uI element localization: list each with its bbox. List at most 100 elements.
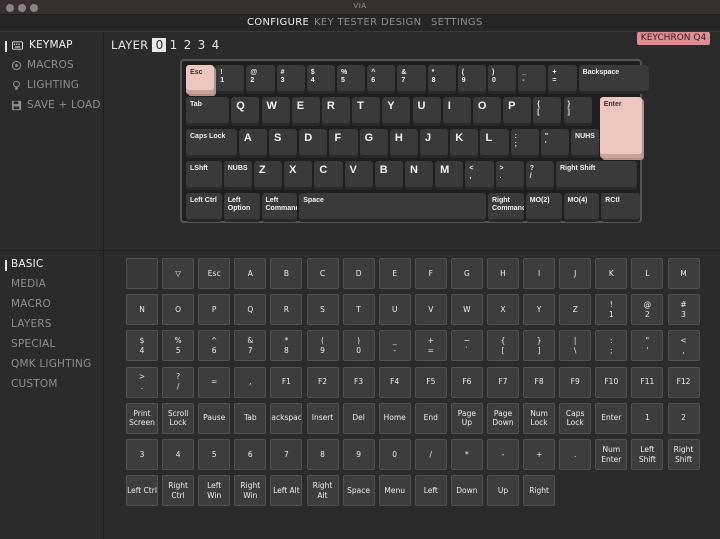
keyboard-key[interactable]: D [299, 128, 328, 158]
keyboard-key[interactable]: Backspace [578, 65, 650, 94]
keycode-button[interactable]: K [595, 258, 628, 289]
keycode-button[interactable]: F [414, 258, 447, 289]
keyboard-key[interactable]: H [389, 128, 419, 158]
keycode-button[interactable]: Enter [595, 402, 628, 434]
keycode-button[interactable]: * 8 [270, 330, 303, 362]
keycode-button[interactable]: * [450, 439, 483, 470]
keycode-button[interactable]: U [378, 294, 411, 326]
keycode-button[interactable]: ~ ` [450, 330, 483, 362]
keycode-button[interactable]: Left Win [198, 475, 231, 507]
keycode-button[interactable]: F1 [270, 366, 303, 398]
keyboard-key[interactable]: A [238, 128, 268, 158]
keycode-button[interactable]: Backspace [270, 402, 303, 434]
keycode-button[interactable]: Left [414, 475, 447, 507]
keycode-button[interactable]: < , [667, 330, 700, 362]
menu-design[interactable]: DESIGN [381, 17, 421, 28]
keyboard-key[interactable]: MO(2) [525, 192, 562, 222]
keyboard-key[interactable]: : ; [510, 128, 539, 158]
sidebar-item-keymap[interactable]: KEYMAP [11, 39, 73, 51]
keyboard-key[interactable]: G [359, 128, 388, 158]
keyboard-key[interactable]: Right Command [488, 192, 524, 222]
keycode-button[interactable]: Page Down [487, 402, 519, 434]
keyboard-key[interactable]: ( 9 [457, 65, 486, 94]
keycode-button[interactable]: F9 [559, 366, 592, 398]
keyboard-key[interactable]: < , [465, 160, 494, 190]
keyboard-key[interactable]: N [404, 160, 434, 190]
keycode-button[interactable]: Left Ctrl [126, 475, 158, 507]
keycode-button[interactable]: Right [523, 475, 556, 507]
keycode-button[interactable]: + = [414, 330, 447, 362]
keycode-button[interactable]: F5 [414, 366, 447, 398]
keycode-button[interactable]: Num Enter [595, 439, 628, 470]
keycode-button[interactable]: 3 [126, 439, 158, 470]
keycode-button[interactable]: { [ [487, 330, 519, 362]
keycode-button[interactable]: P [198, 294, 231, 326]
keycode-button[interactable]: Esc [198, 258, 231, 289]
keycode-button[interactable]: 6 [234, 439, 267, 470]
keycode-button[interactable]: Home [378, 402, 411, 434]
keycode-button[interactable]: Menu [378, 475, 411, 507]
keyboard-key[interactable]: U [412, 96, 441, 126]
keycode-button[interactable]: = [198, 366, 231, 398]
keycode-button[interactable]: } ] [523, 330, 556, 362]
keycode-button[interactable]: Down [450, 475, 483, 507]
keyboard-key[interactable]: K [450, 128, 479, 158]
keycode-button[interactable]: O [162, 294, 195, 326]
keyboard-key[interactable]: Space [299, 192, 486, 222]
keyboard-key[interactable]: M [435, 160, 464, 190]
sidebar-item-save-load[interactable]: SAVE + LOAD [11, 99, 101, 111]
keyboard-key[interactable]: R [321, 96, 351, 126]
keycode-button[interactable]: # 3 [667, 294, 700, 326]
keycode-button[interactable]: Right Ctrl [162, 475, 195, 507]
keycode-button[interactable]: % 5 [162, 330, 195, 362]
keycode-button[interactable]: J [559, 258, 592, 289]
keycode-button[interactable]: 1 [631, 402, 664, 434]
keyboard-key[interactable]: NUHS [571, 128, 600, 158]
keyboard-key[interactable]: F [329, 128, 358, 158]
keycode-button[interactable]: Y [523, 294, 556, 326]
menu-configure[interactable]: CONFIGURE [247, 17, 309, 28]
keyboard-key[interactable]: Q [231, 96, 260, 126]
category-layers[interactable]: LAYERS [11, 318, 52, 330]
keyboard-key[interactable]: " ' [540, 128, 570, 158]
layer-1-button[interactable]: 1 [166, 38, 180, 52]
keyboard-key[interactable]: Tab [186, 96, 230, 126]
keycode-button[interactable]: T [342, 294, 375, 326]
menu-key-tester[interactable]: KEY TESTER [314, 17, 377, 28]
category-custom[interactable]: CUSTOM [11, 378, 58, 390]
keyboard-key[interactable]: % 5 [337, 65, 366, 94]
keycode-button[interactable]: G [450, 258, 483, 289]
keycode-button[interactable]: Left Alt [270, 475, 303, 507]
keyboard-key[interactable]: LShft [186, 160, 222, 190]
keycode-button[interactable]: : ; [595, 330, 628, 362]
keyboard-key[interactable]: NUBS [223, 160, 252, 190]
keycode-button[interactable]: D [342, 258, 375, 289]
keycode-button[interactable]: Q [234, 294, 267, 326]
keyboard-key[interactable]: Left Option [223, 192, 260, 222]
blank-key-button[interactable] [126, 258, 158, 289]
keyboard-key[interactable]: + = [548, 65, 577, 94]
keyboard-key[interactable]: Left Command [261, 192, 298, 222]
keyboard-key[interactable]: # 3 [276, 65, 305, 94]
keycode-button[interactable]: W [450, 294, 483, 326]
keycode-button[interactable]: Insert [306, 402, 339, 434]
keyboard-key[interactable]: S [269, 128, 298, 158]
keycode-button[interactable]: ^ 6 [198, 330, 231, 362]
keycode-button[interactable]: Right Win [234, 475, 267, 507]
keycode-button[interactable]: _ - [378, 330, 411, 362]
keycode-button[interactable]: N [126, 294, 158, 326]
keycode-button[interactable]: @ 2 [631, 294, 664, 326]
keycode-button[interactable]: F2 [306, 366, 339, 398]
keycode-button[interactable]: ! 1 [595, 294, 628, 326]
keycode-button[interactable]: V [414, 294, 447, 326]
keyboard-key[interactable]: X [284, 160, 313, 190]
category-media[interactable]: MEDIA [11, 278, 46, 290]
keycode-button[interactable]: 5 [198, 439, 231, 470]
keycode-button[interactable]: / [414, 439, 447, 470]
keycode-button[interactable]: H [487, 258, 519, 289]
keyboard-key[interactable]: P [503, 96, 532, 126]
keycode-button[interactable]: L [631, 258, 664, 289]
keyboard-key[interactable]: Left Ctrl [186, 192, 222, 222]
keycode-button[interactable]: 4 [162, 439, 195, 470]
layer-2-button[interactable]: 2 [180, 38, 194, 52]
